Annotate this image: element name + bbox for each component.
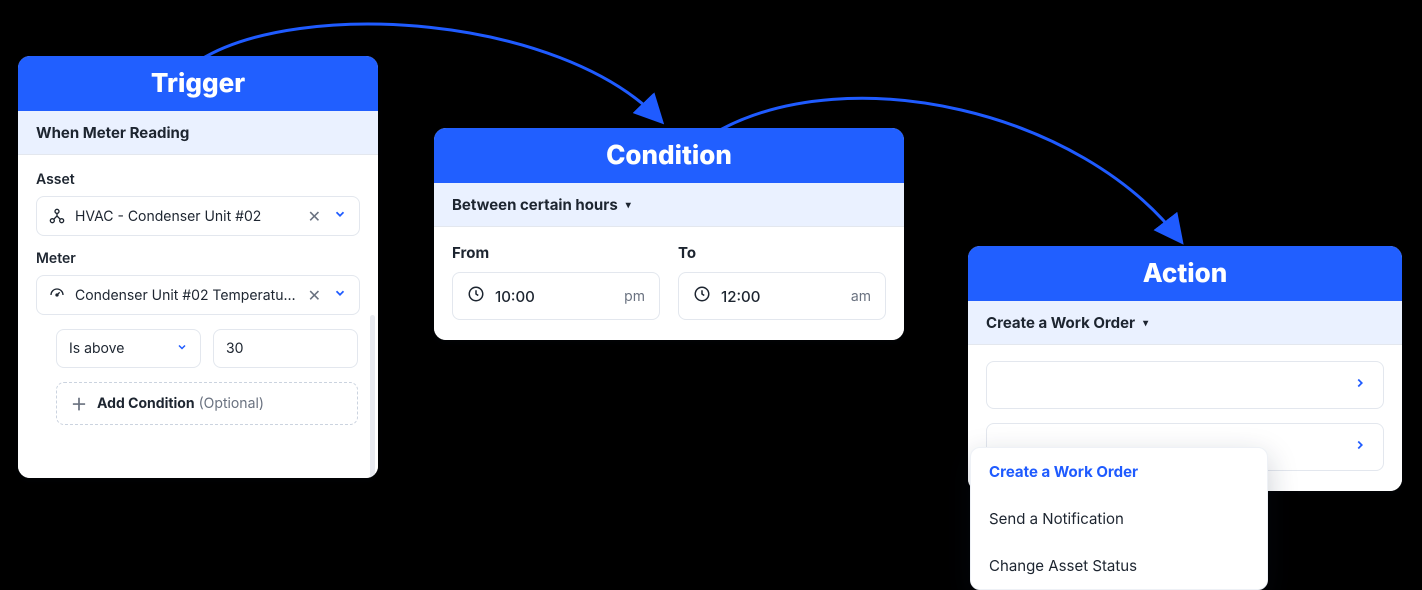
add-condition-text: Add Condition — [97, 395, 195, 412]
chevron-down-icon[interactable] — [333, 207, 347, 225]
to-ampm: am — [851, 288, 871, 305]
action-option[interactable]: Send a Notification — [971, 495, 1267, 542]
from-ampm: pm — [624, 288, 645, 305]
chevron-down-icon — [176, 340, 188, 357]
meter-select[interactable]: Condenser Unit #02 Temperature S… ✕ — [36, 275, 360, 315]
threshold-value: 30 — [226, 340, 243, 357]
threshold-input[interactable]: 30 — [213, 329, 358, 368]
caret-down-icon: ▾ — [626, 199, 631, 211]
trigger-subheader: When Meter Reading — [18, 111, 378, 155]
asset-value: HVAC - Condenser Unit #02 — [75, 208, 298, 225]
clock-icon — [467, 285, 485, 307]
action-row[interactable] — [986, 361, 1384, 409]
action-subheader-text: Create a Work Order — [986, 313, 1135, 332]
to-time-input[interactable]: 12:00 am — [678, 272, 886, 320]
operator-value: Is above — [69, 340, 124, 357]
clear-asset-icon[interactable]: ✕ — [308, 208, 321, 224]
action-subheader[interactable]: Create a Work Order ▾ — [968, 301, 1402, 345]
action-option[interactable]: Create a Work Order — [971, 448, 1267, 495]
from-label: From — [452, 243, 660, 262]
caret-down-icon: ▾ — [1143, 317, 1148, 329]
condition-subheader-text: Between certain hours — [452, 195, 618, 214]
to-value: 12:00 — [721, 287, 841, 306]
from-time-input[interactable]: 10:00 pm — [452, 272, 660, 320]
to-label: To — [678, 243, 886, 262]
action-options-popover: Create a Work Order Send a Notification … — [970, 447, 1268, 590]
action-card: Action Create a Work Order ▾ Create a Wo… — [968, 246, 1402, 491]
from-value: 10:00 — [495, 287, 614, 306]
asset-select[interactable]: HVAC - Condenser Unit #02 ✕ — [36, 196, 360, 236]
action-option[interactable]: Change Asset Status — [971, 542, 1267, 589]
trigger-card: Trigger When Meter Reading Asset HVAC - … — [18, 56, 378, 478]
scrollbar[interactable] — [370, 315, 375, 478]
action-title: Action — [968, 246, 1402, 301]
condition-title: Condition — [434, 128, 904, 183]
chevron-right-icon — [1353, 376, 1367, 394]
hierarchy-icon — [49, 208, 65, 224]
asset-label: Asset — [36, 171, 360, 188]
condition-card: Condition Between certain hours ▾ From 1… — [434, 128, 904, 340]
trigger-subheader-text: When Meter Reading — [36, 123, 189, 142]
trigger-title: Trigger — [18, 56, 378, 111]
add-condition-button[interactable]: ＋ Add Condition (Optional) — [56, 382, 358, 425]
clock-icon — [693, 285, 711, 307]
condition-subheader[interactable]: Between certain hours ▾ — [434, 183, 904, 227]
gauge-icon — [49, 287, 65, 303]
plus-icon: ＋ — [71, 396, 87, 412]
chevron-right-icon — [1353, 438, 1367, 456]
chevron-down-icon[interactable] — [333, 286, 347, 304]
clear-meter-icon[interactable]: ✕ — [308, 287, 321, 303]
meter-label: Meter — [36, 250, 360, 267]
operator-select[interactable]: Is above — [56, 329, 201, 368]
add-condition-optional: (Optional) — [199, 395, 264, 412]
meter-value: Condenser Unit #02 Temperature S… — [75, 287, 298, 304]
